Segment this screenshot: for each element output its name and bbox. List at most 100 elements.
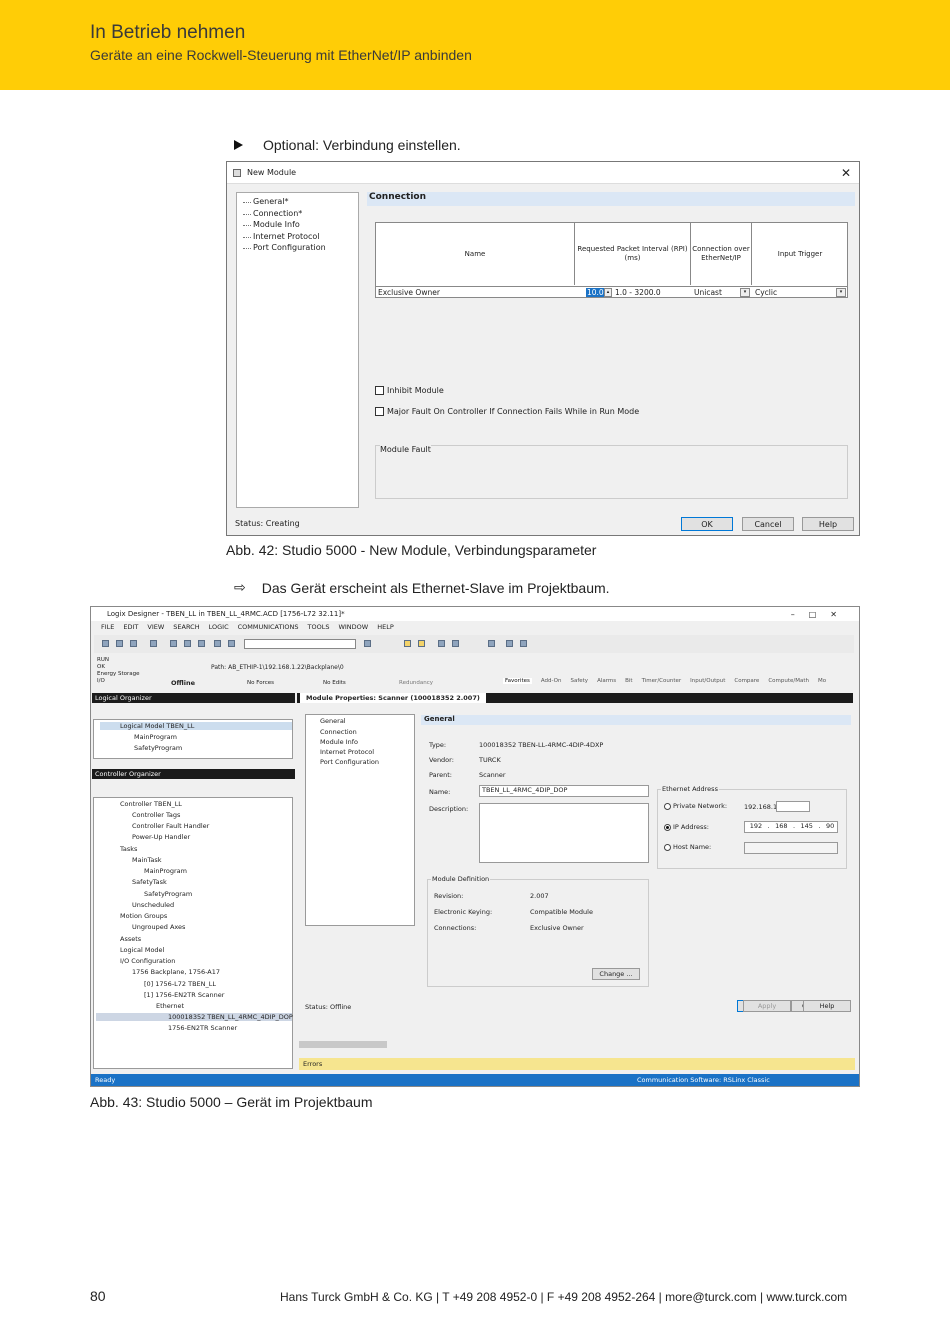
tab-input-output[interactable]: Input/Output: [690, 678, 725, 684]
undo-icon[interactable]: [214, 640, 221, 647]
nav-item-general[interactable]: General*: [241, 196, 358, 208]
tree-item[interactable]: 1756 Backplane, 1756-A17: [132, 968, 220, 976]
mp-nav-port-configuration[interactable]: Port Configuration: [320, 758, 379, 766]
search-icon[interactable]: [364, 640, 371, 647]
tab-bit[interactable]: Bit: [625, 678, 632, 684]
menu-logic[interactable]: LOGIC: [209, 623, 229, 631]
mp-nav-general[interactable]: General: [320, 717, 346, 725]
menu-view[interactable]: VIEW: [147, 623, 164, 631]
tree-item-mainprogram[interactable]: MainProgram: [134, 733, 177, 741]
tree-item[interactable]: Tasks: [120, 845, 137, 853]
menu-tools[interactable]: TOOLS: [308, 623, 330, 631]
menu-search[interactable]: SEARCH: [173, 623, 199, 631]
tree-item-logical-model[interactable]: Logical Model TBEN_LL: [100, 722, 292, 730]
tab-favorites[interactable]: Favorites: [503, 678, 532, 684]
download-icon[interactable]: [438, 640, 445, 647]
horizontal-scrollbar[interactable]: [299, 1041, 387, 1048]
chevron-down-icon[interactable]: ▾: [740, 288, 750, 297]
nav-item-module-info[interactable]: Module Info: [241, 219, 358, 231]
radio-icon[interactable]: [664, 843, 671, 851]
tree-item[interactable]: 1756-EN2TR Scanner: [168, 1024, 237, 1032]
tree-item[interactable]: [1] 1756-EN2TR Scanner: [144, 991, 224, 999]
private-network-octet[interactable]: [776, 801, 810, 812]
tree-item[interactable]: SafetyTask: [132, 878, 167, 886]
menu-edit[interactable]: EDIT: [123, 623, 138, 631]
menu-window[interactable]: WINDOW: [338, 623, 368, 631]
radio-icon[interactable]: [664, 823, 671, 831]
copy-icon[interactable]: [184, 640, 191, 647]
rpi-spinner-icon[interactable]: ▴: [604, 288, 612, 297]
tab-add-on[interactable]: Add-On: [541, 678, 562, 684]
redo-icon[interactable]: [228, 640, 235, 647]
radio-icon[interactable]: [664, 802, 671, 810]
ip-octet-2[interactable]: 168: [775, 822, 787, 832]
tree-item[interactable]: Assets: [120, 935, 141, 943]
tree-item-safetyprogram[interactable]: SafetyProgram: [134, 744, 182, 752]
zoom-icon[interactable]: [506, 640, 513, 647]
tree-item[interactable]: SafetyProgram: [144, 890, 192, 898]
host-name-input[interactable]: [744, 842, 838, 854]
ip-octet-3[interactable]: 145: [801, 822, 813, 832]
tree-item[interactable]: Controller Fault Handler: [132, 822, 209, 830]
menu-file[interactable]: FILE: [101, 623, 114, 631]
chevron-down-icon[interactable]: ▾: [836, 288, 846, 297]
ip-address-input[interactable]: 192. 168. 145. 90: [744, 821, 838, 833]
nav-item-port-configuration[interactable]: Port Configuration: [241, 242, 358, 254]
tree-item[interactable]: Ungrouped Axes: [132, 923, 185, 931]
search-combo[interactable]: [244, 639, 356, 649]
close-icon[interactable]: ✕: [841, 166, 851, 180]
help-button[interactable]: Help: [803, 1000, 851, 1012]
tree-item[interactable]: MainProgram: [144, 867, 187, 875]
host-name-radio[interactable]: Host Name:: [664, 843, 711, 851]
save-icon[interactable]: [130, 640, 137, 647]
print-preview-icon[interactable]: [520, 640, 527, 647]
tab-more[interactable]: Mo: [818, 678, 826, 684]
connection-select[interactable]: Unicast: [694, 288, 722, 297]
tree-item[interactable]: Logical Model: [120, 946, 164, 954]
menu-help[interactable]: HELP: [377, 623, 394, 631]
open-icon[interactable]: [116, 640, 123, 647]
ip-octet-1[interactable]: 192: [750, 822, 762, 832]
module-properties-tab[interactable]: Module Properties: Scanner (100018352 2.…: [300, 693, 486, 703]
new-icon[interactable]: [102, 640, 109, 647]
tree-item[interactable]: MainTask: [132, 856, 162, 864]
cut-icon[interactable]: [170, 640, 177, 647]
properties-icon[interactable]: [488, 640, 495, 647]
major-fault-checkbox[interactable]: Major Fault On Controller If Connection …: [375, 407, 639, 416]
menu-communications[interactable]: COMMUNICATIONS: [238, 623, 299, 631]
checkbox-icon[interactable]: [375, 407, 384, 416]
table-row[interactable]: Exclusive Owner 10.0 ▴ 1.0 - 3200.0 Unic…: [376, 286, 847, 298]
tab-timer-counter[interactable]: Timer/Counter: [642, 678, 682, 684]
window-controls[interactable]: –□✕: [791, 610, 851, 619]
checkbox-icon[interactable]: [375, 386, 384, 395]
tree-item[interactable]: Ethernet: [156, 1002, 184, 1010]
trigger-select[interactable]: Cyclic: [755, 288, 777, 297]
nav-item-connection[interactable]: Connection*: [241, 208, 358, 220]
change-button[interactable]: Change ...: [592, 968, 640, 980]
ip-address-radio[interactable]: IP Address:: [664, 823, 709, 831]
ip-octet-4[interactable]: 90: [826, 822, 834, 832]
offline-status[interactable]: Offline: [171, 679, 195, 687]
tab-alarms[interactable]: Alarms: [597, 678, 616, 684]
errors-pane-header[interactable]: Errors: [299, 1058, 855, 1070]
mp-nav-connection[interactable]: Connection: [320, 728, 357, 736]
tree-item[interactable]: Motion Groups: [120, 912, 167, 920]
tree-item[interactable]: Unscheduled: [132, 901, 174, 909]
mp-nav-internet-protocol[interactable]: Internet Protocol: [320, 748, 374, 756]
print-icon[interactable]: [150, 640, 157, 647]
help-button[interactable]: Help: [802, 517, 854, 531]
rpi-input[interactable]: 10.0: [586, 288, 605, 297]
mp-nav-module-info[interactable]: Module Info: [320, 738, 358, 746]
tab-compare[interactable]: Compare: [734, 678, 759, 684]
tree-item[interactable]: [0] 1756-L72 TBEN_LL: [144, 980, 216, 988]
tab-safety[interactable]: Safety: [570, 678, 588, 684]
tab-compute-math[interactable]: Compute/Math: [768, 678, 809, 684]
upload-icon[interactable]: [452, 640, 459, 647]
description-input[interactable]: [479, 803, 649, 863]
tree-item[interactable]: Controller Tags: [132, 811, 180, 819]
tree-item[interactable]: Power-Up Handler: [132, 833, 190, 841]
inhibit-checkbox[interactable]: Inhibit Module: [375, 386, 444, 395]
paste-icon[interactable]: [198, 640, 205, 647]
path-field[interactable]: Path: AB_ETHIP-1\192.168.1.22\Backplane\…: [211, 664, 344, 671]
private-network-radio[interactable]: Private Network:: [664, 802, 727, 810]
